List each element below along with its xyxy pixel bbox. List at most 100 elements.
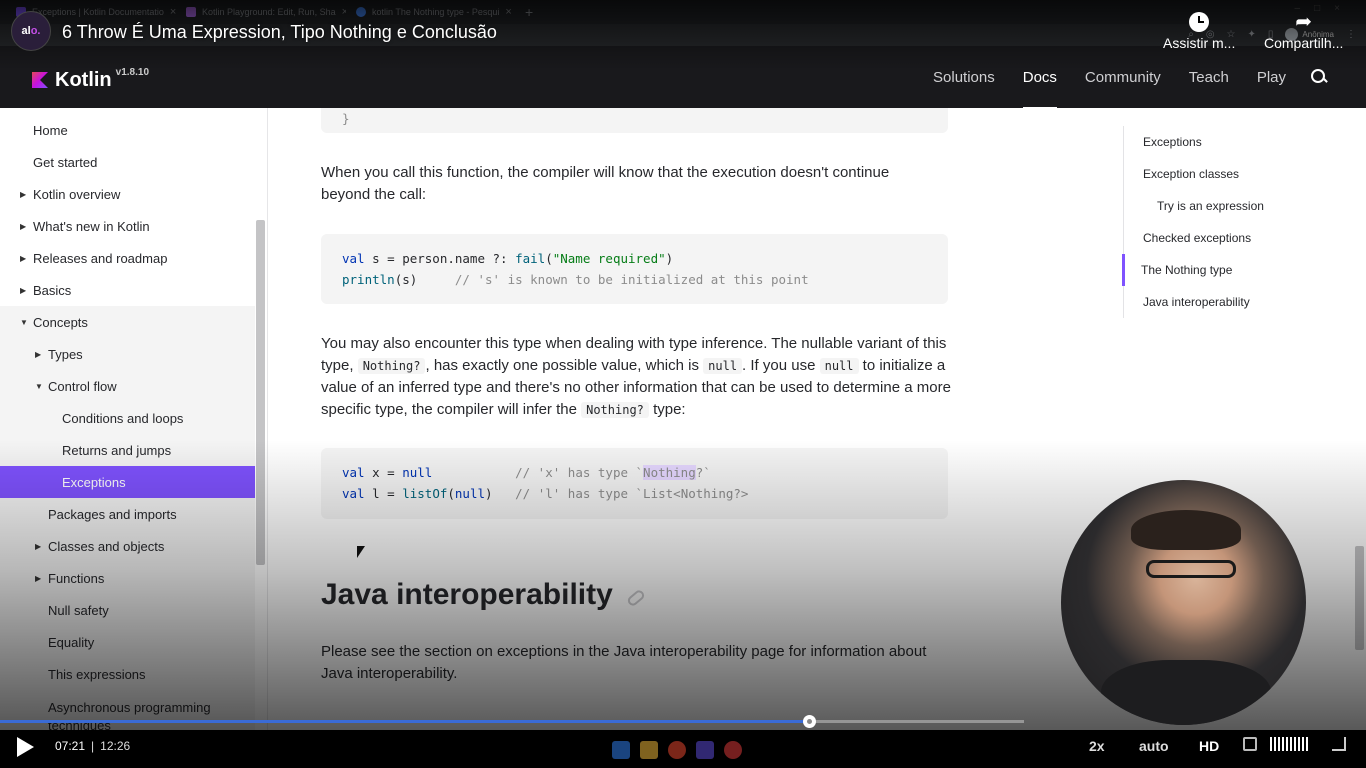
extensions-icon[interactable]: ✦ (1248, 29, 1256, 40)
code-comment: // 'x' has type ` (432, 465, 644, 480)
play-icon[interactable] (17, 737, 34, 757)
toc-item-checked-exceptions[interactable]: Checked exceptions (1124, 222, 1343, 254)
table-of-contents: Exceptions Exception classes Try is an e… (1122, 126, 1343, 318)
volume-icon[interactable] (1243, 737, 1257, 751)
anchor-link-icon[interactable] (625, 588, 646, 608)
browser-tab[interactable]: kotlin The Nothing type - Pesqui × (348, 2, 516, 22)
watch-later-label: Assistir m... (1163, 35, 1236, 51)
sidebar-item-label: Home (33, 122, 68, 138)
fullscreen-exit-icon[interactable] (1332, 737, 1346, 751)
code-highlight: Nothing (643, 465, 696, 480)
code-keyword: null (454, 486, 486, 501)
sidebar-item-equality[interactable]: Equality (0, 626, 255, 658)
video-title[interactable]: 6 Throw É Uma Expression, Tipo Nothing e… (62, 22, 497, 43)
nav-community[interactable]: Community (1085, 69, 1161, 86)
video-progress-bar[interactable] (0, 715, 1024, 728)
inline-code: Nothing? (581, 402, 649, 419)
browser-tab[interactable]: Kotlin Playground: Edit, Run, Sha × (178, 2, 346, 22)
kotlin-logo[interactable]: Kotlin v1.8.10 (32, 67, 149, 92)
sidebar-item-conditions-loops[interactable]: Conditions and loops (0, 402, 255, 434)
toc-item-exception-classes[interactable]: Exception classes (1124, 158, 1343, 190)
paragraph: Please see the section on exceptions in … (321, 643, 927, 682)
code-line: } (342, 111, 350, 126)
kotlin-playground-favicon-icon (186, 7, 196, 17)
inline-code: null (819, 357, 859, 374)
sidebar-item-home[interactable]: Home (0, 114, 255, 146)
toc-item-try-expression[interactable]: Try is an expression (1124, 190, 1343, 222)
nav-docs[interactable]: Docs (1022, 69, 1058, 109)
channel-avatar[interactable]: al o. (11, 11, 51, 51)
chevron-right-icon: ▶ (20, 221, 27, 231)
sidebar-item-control-flow[interactable]: ▼ Control flow (0, 370, 255, 402)
sidebar-item-null-safety[interactable]: Null safety (0, 594, 255, 626)
sidebar-item-whats-new[interactable]: ▶ What's new in Kotlin (0, 210, 255, 242)
new-tab-button[interactable]: + (525, 4, 533, 20)
sidebar-item-label: Kotlin overview (33, 186, 121, 202)
webcam-overlay (1061, 480, 1306, 725)
code-string: "Name required" (552, 251, 666, 266)
close-tab-icon[interactable]: × (505, 6, 511, 18)
sidebar-item-label: What's new in Kotlin (33, 218, 150, 234)
code-function: listOf (402, 486, 448, 501)
code-line: println(s) // 's' is known to be initial… (342, 269, 927, 290)
mouse-cursor-icon (357, 546, 365, 558)
code-line: val l = listOf(null) // 'l' has type `Li… (342, 483, 927, 504)
toc-item-nothing-type[interactable]: The Nothing type (1122, 254, 1343, 286)
page-scrollbar[interactable] (1355, 546, 1364, 650)
tab-title: Exceptions | Kotlin Documentatio (32, 7, 164, 17)
sidebar-item-this-expressions[interactable]: This expressions (0, 658, 255, 690)
code-text: ( (545, 251, 553, 266)
hd-button[interactable]: HD (1199, 738, 1219, 754)
code-comment: ?` (695, 465, 711, 480)
sidebar-item-basics[interactable]: ▶ Basics (0, 274, 255, 306)
nav-play[interactable]: Play (1257, 69, 1286, 86)
sidebar-item-label: Classes and objects (48, 538, 165, 554)
close-tab-icon[interactable]: × (342, 6, 346, 18)
sidebar-item-label: Control flow (48, 378, 117, 394)
sidebar-item-label: Conditions and loops (62, 410, 184, 426)
sidebar-item-returns-jumps[interactable]: Returns and jumps (0, 434, 255, 466)
sidebar-item-async-programming[interactable]: Asynchronous programming techniques (0, 690, 255, 730)
quality-button[interactable]: auto (1139, 738, 1169, 754)
sidebar-item-exceptions[interactable]: Exceptions (0, 466, 255, 498)
sidebar-item-label: This expressions (48, 666, 146, 682)
chevron-right-icon: ▶ (35, 573, 42, 583)
chevron-right-icon: ▶ (20, 189, 27, 199)
heading-text: Java interoperability (321, 578, 613, 611)
sidebar-item-classes[interactable]: ▶ Classes and objects (0, 530, 255, 562)
code-text: ) (485, 486, 493, 501)
speed-button[interactable]: 2x (1089, 738, 1105, 754)
sidebar-item-concepts[interactable]: ▼ Concepts (0, 306, 255, 338)
share-button[interactable]: ➦ Compartilh... (1264, 12, 1343, 51)
sidebar-item-kotlin-overview[interactable]: ▶ Kotlin overview (0, 178, 255, 210)
section-heading: Java interoperability (321, 578, 646, 612)
watch-later-button[interactable]: Assistir m... (1163, 12, 1235, 51)
code-line: val x = null // 'x' has type `Nothing?` (342, 462, 927, 483)
kotlin-site-header: Kotlin v1.8.10 Solutions Docs Community … (0, 46, 1366, 109)
code-text: s = person.name ?: (364, 251, 516, 266)
scrubber-handle[interactable] (802, 715, 816, 728)
sidebar-item-functions[interactable]: ▶ Functions (0, 562, 255, 594)
menu-icon[interactable]: ⋮ (1346, 29, 1356, 40)
sidebar-item-packages[interactable]: Packages and imports (0, 498, 255, 530)
sidebar-scrollbar[interactable] (256, 220, 265, 565)
paragraph-text: . If you use (742, 356, 820, 374)
duration: 12:26 (100, 739, 131, 753)
chevron-right-icon: ▶ (35, 541, 42, 551)
nav-teach[interactable]: Teach (1189, 69, 1229, 86)
sidebar-item-types[interactable]: ▶ Types (0, 338, 255, 370)
search-icon[interactable] (1310, 68, 1328, 86)
sidebar-item-get-started[interactable]: Get started (0, 146, 255, 178)
nav-solutions[interactable]: Solutions (933, 69, 995, 86)
progress-played (0, 720, 809, 723)
sidebar-item-label: Packages and imports (48, 506, 177, 522)
volume-slider[interactable] (1270, 737, 1308, 751)
sidebar-item-label: Basics (33, 282, 72, 298)
close-tab-icon[interactable]: × (170, 6, 176, 18)
sidebar-item-label: Null safety (48, 602, 109, 618)
time-separator: | (91, 739, 95, 753)
toc-item-java-interop[interactable]: Java interoperability (1124, 286, 1343, 318)
sidebar-item-releases[interactable]: ▶ Releases and roadmap (0, 242, 255, 274)
code-block: val s = person.name ?: fail("Name requir… (321, 234, 948, 304)
toc-item-exceptions[interactable]: Exceptions (1124, 126, 1343, 158)
